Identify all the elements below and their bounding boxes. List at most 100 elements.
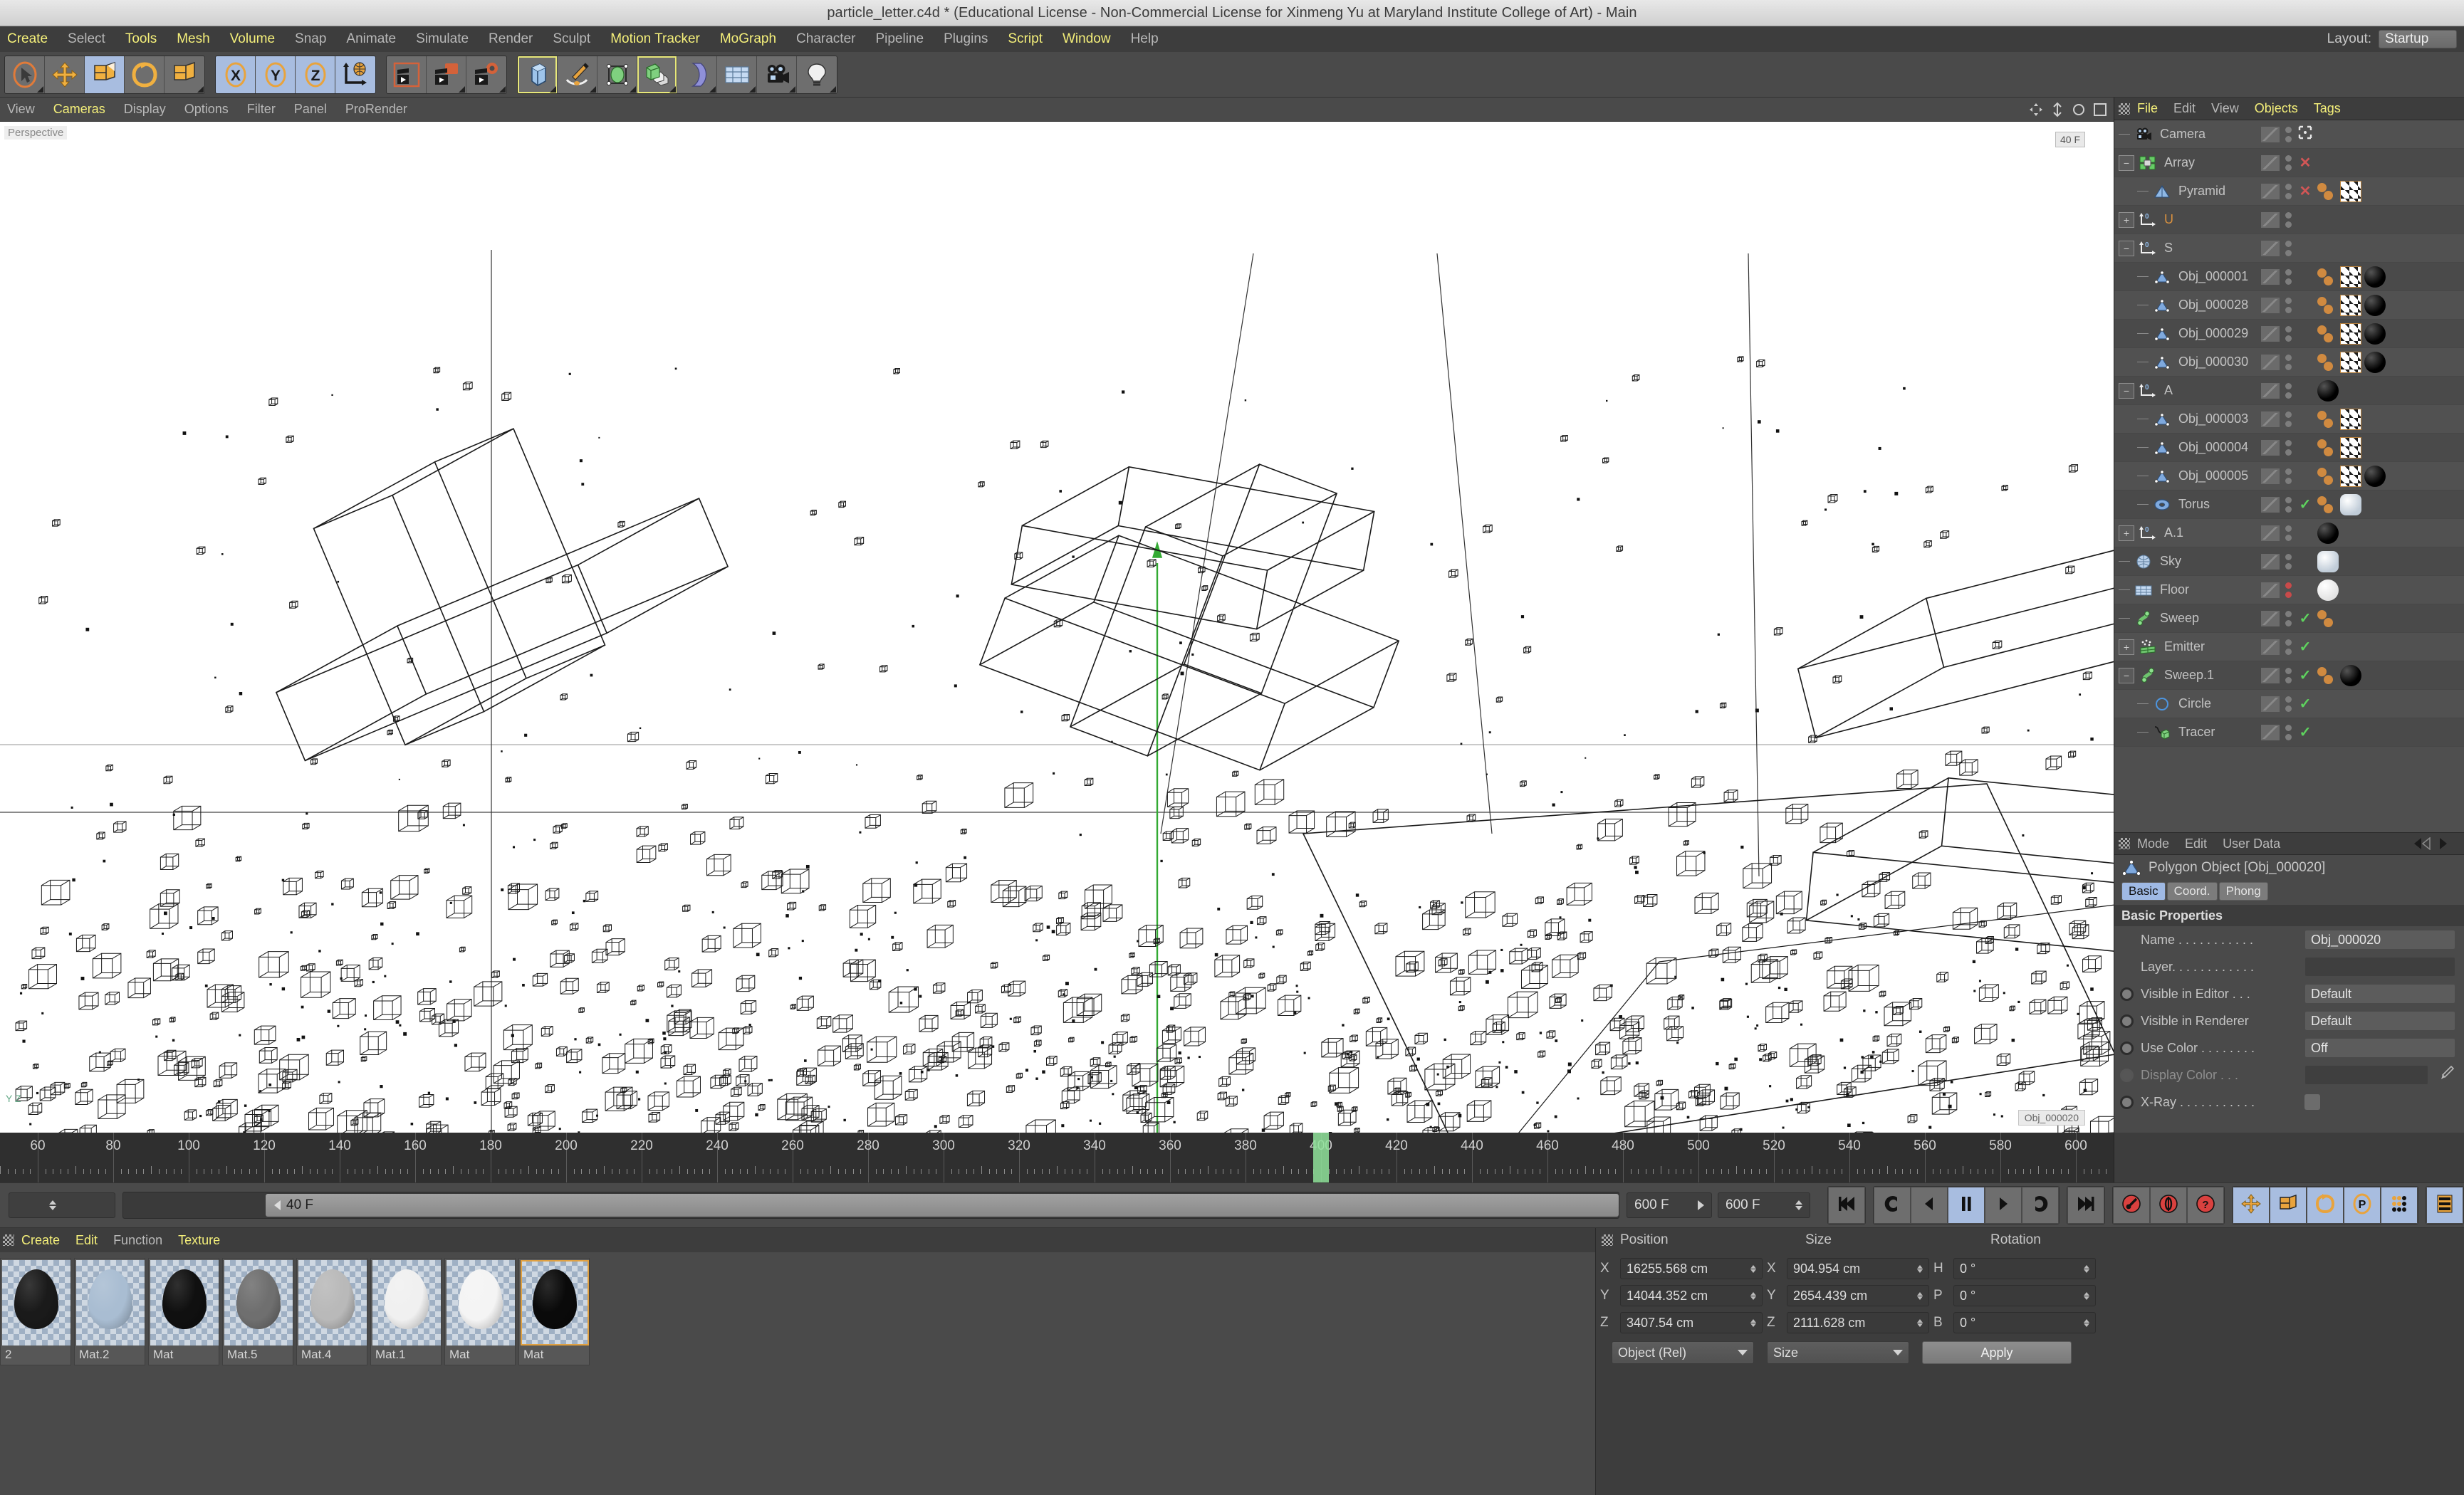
render-visibility-dot[interactable] — [2285, 648, 2292, 655]
camera-button[interactable] — [757, 56, 797, 93]
object-name[interactable]: Floor — [2160, 582, 2189, 597]
enabled-check-icon[interactable]: ✓ — [2296, 723, 2314, 741]
render-visibility-dot[interactable] — [2285, 278, 2292, 285]
end-frame-field[interactable]: 600 F — [1718, 1192, 1810, 1218]
menu-item-options[interactable]: Options — [184, 102, 229, 117]
object-row[interactable]: +0 U — [2114, 206, 2464, 234]
material-tag-icon[interactable] — [2340, 493, 2361, 515]
menu-item-render[interactable]: Render — [489, 31, 533, 47]
menu-item-edit[interactable]: Edit — [2173, 101, 2196, 116]
menu-item-function[interactable]: Function — [113, 1233, 162, 1248]
coord-size-z-field[interactable]: 2111.628 cm — [1787, 1312, 1929, 1333]
coord-spinner-icon[interactable] — [1750, 1291, 1756, 1300]
object-row[interactable]: −0 A — [2114, 377, 2464, 405]
enabled-check-icon[interactable]: ✓ — [2296, 495, 2314, 513]
end-frame-spinner-icon[interactable] — [1795, 1200, 1802, 1210]
visibility-dots[interactable] — [2285, 183, 2292, 199]
object-row[interactable]: Obj_000030 — [2114, 348, 2464, 377]
eyedropper-icon[interactable] — [2437, 1064, 2455, 1086]
object-name[interactable]: Sweep.1 — [2164, 668, 2214, 683]
object-name[interactable]: Torus — [2178, 497, 2210, 512]
editor-visibility-dot[interactable] — [2285, 696, 2292, 703]
tag-column[interactable] — [2314, 550, 2464, 572]
menu-item-filter[interactable]: Filter — [247, 102, 276, 117]
enabled-check-icon[interactable]: ✓ — [2296, 638, 2314, 656]
object-name[interactable]: U — [2164, 212, 2173, 227]
property-animate-radio[interactable] — [2120, 1041, 2134, 1055]
menu-item-file[interactable]: File — [2137, 101, 2158, 116]
material-preview[interactable] — [150, 1260, 219, 1346]
menu-item-motion-tracker[interactable]: Motion Tracker — [610, 31, 700, 47]
render-visibility-dot[interactable] — [2285, 477, 2292, 484]
editor-visibility-dot[interactable] — [2285, 325, 2292, 332]
object-name[interactable]: Emitter — [2164, 639, 2205, 654]
disabled-x-icon[interactable]: ✕ — [2296, 182, 2314, 200]
render-visibility-dot[interactable] — [2285, 192, 2292, 199]
coord-position-y-field[interactable]: 14044.352 cm — [1620, 1285, 1763, 1306]
menu-corner-icon[interactable] — [459, 85, 465, 93]
texture-tag-icon[interactable] — [2317, 323, 2337, 345]
tag-column[interactable] — [2314, 408, 2464, 430]
property-value-field[interactable]: Default — [2304, 1011, 2455, 1031]
tag-column[interactable] — [2314, 465, 2464, 487]
editor-visibility-dot[interactable] — [2285, 240, 2292, 247]
texture-tag-icon[interactable] — [2317, 665, 2337, 686]
editor-visibility-dot[interactable] — [2285, 297, 2292, 304]
object-name[interactable]: Camera — [2160, 127, 2205, 142]
material-tag-icon[interactable] — [2340, 664, 2361, 686]
bend-deformer-button[interactable] — [677, 56, 717, 93]
object-row[interactable]: −0 S — [2114, 234, 2464, 263]
menu-item-select[interactable]: Select — [68, 31, 105, 47]
menu-item-simulate[interactable]: Simulate — [416, 31, 469, 47]
enabled-check-icon[interactable]: ✓ — [2296, 695, 2314, 713]
material-tag-icon[interactable] — [2364, 465, 2386, 487]
menu-item-window[interactable]: Window — [1063, 31, 1111, 47]
render-visibility-dot[interactable] — [2285, 619, 2292, 626]
visibility-dots[interactable] — [2285, 439, 2292, 456]
layer-swatch[interactable] — [2261, 610, 2280, 626]
render-visibility-dot[interactable] — [2285, 335, 2292, 342]
texture-tag-icon[interactable] — [2317, 266, 2337, 288]
timeline-button[interactable] — [2426, 1187, 2463, 1224]
menu-item-view[interactable]: View — [7, 102, 35, 117]
tree-minus-icon[interactable]: − — [2119, 382, 2134, 399]
visibility-dots[interactable] — [2285, 724, 2292, 740]
editor-visibility-dot[interactable] — [2285, 154, 2292, 162]
visibility-dots[interactable] — [2285, 639, 2292, 655]
coord-spinner-icon[interactable] — [1750, 1264, 1756, 1273]
menu-item-edit[interactable]: Edit — [2185, 836, 2207, 851]
menu-item-mograph[interactable]: MoGraph — [720, 31, 776, 47]
visibility-dots[interactable] — [2285, 268, 2292, 285]
play-reverse-button[interactable] — [1874, 1187, 1911, 1224]
coord-spinner-icon[interactable] — [1917, 1318, 1923, 1327]
coord-rotation-p-field[interactable]: 0 ° — [1953, 1285, 2096, 1306]
nav-back-icon[interactable] — [2413, 837, 2431, 850]
render-visibility-dot[interactable] — [2285, 221, 2292, 228]
menu-corner-icon[interactable] — [499, 85, 506, 93]
menu-item-objects[interactable]: Objects — [2255, 101, 2298, 116]
layer-swatch[interactable] — [2261, 724, 2280, 740]
object-row[interactable]: − Sweep.1 ✓ — [2114, 661, 2464, 690]
object-name[interactable]: A — [2164, 383, 2173, 398]
scale-alt-button[interactable] — [165, 56, 204, 93]
menu-corner-icon[interactable] — [590, 85, 596, 93]
render-visibility-dot[interactable] — [2285, 733, 2292, 740]
material-tag-icon[interactable] — [2340, 294, 2361, 316]
object-name[interactable]: Array — [2164, 155, 2195, 170]
generator-button[interactable] — [597, 56, 637, 93]
material-item[interactable]: Mat — [518, 1258, 590, 1365]
menu-item-script[interactable]: Script — [1008, 31, 1043, 47]
layer-swatch[interactable] — [2261, 525, 2280, 541]
coord-spinner-icon[interactable] — [2084, 1264, 2089, 1273]
timeline-ruler[interactable]: 60 80 100 120 140 160 180 200 220 240 260 280 300 320… — [0, 1133, 2114, 1182]
menu-corner-icon[interactable] — [630, 85, 636, 93]
layer-swatch[interactable] — [2261, 667, 2280, 683]
editor-visibility-dot[interactable] — [2285, 439, 2292, 446]
menu-item-mode[interactable]: Mode — [2137, 836, 2169, 851]
menu-item-tools[interactable]: Tools — [125, 31, 157, 47]
enabled-check-icon[interactable]: ✓ — [2296, 666, 2314, 684]
render-visibility-dot[interactable] — [2285, 591, 2292, 598]
editor-visibility-dot[interactable] — [2285, 183, 2292, 190]
object-name[interactable]: A.1 — [2164, 525, 2183, 540]
visibility-dots[interactable] — [2285, 325, 2292, 342]
